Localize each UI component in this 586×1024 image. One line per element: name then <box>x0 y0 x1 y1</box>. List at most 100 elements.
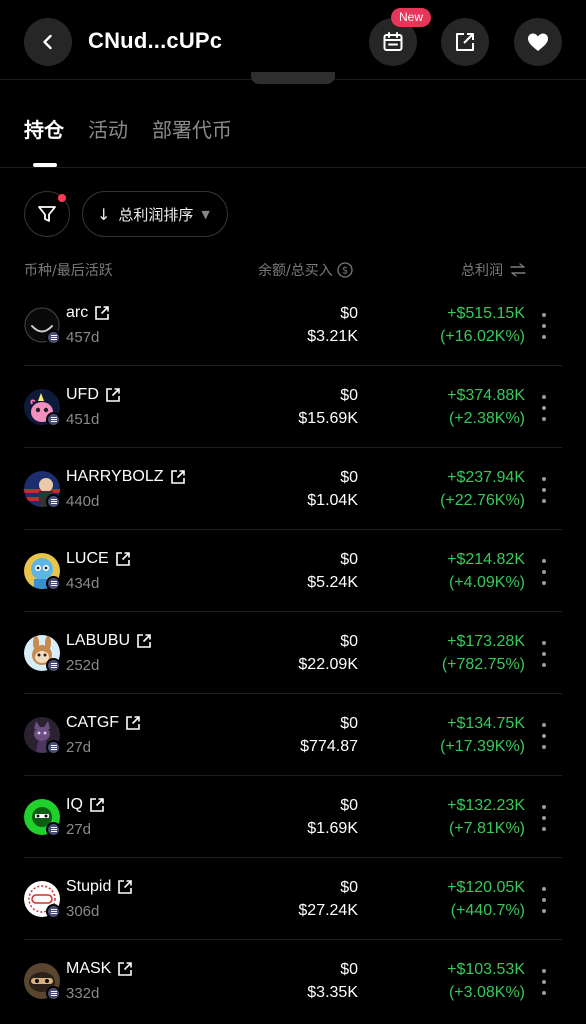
external-link-icon[interactable] <box>115 551 131 567</box>
more-options-icon[interactable] <box>536 559 552 585</box>
total-profit: +$103.53K <box>447 961 525 978</box>
favorite-button[interactable] <box>514 18 562 66</box>
more-options-icon[interactable] <box>536 887 552 913</box>
more-options-icon[interactable] <box>536 969 552 995</box>
sort-label: 总利润排序 <box>118 205 194 224</box>
tab-deployed-tokens[interactable]: 部署代币 <box>152 114 232 143</box>
holding-row[interactable]: LUCE 434d $0 $5.24K +$214.82K (+4.09K%) <box>0 530 586 612</box>
token-symbol-text: arc <box>66 304 89 321</box>
profit-percent: (+440.7%) <box>450 902 525 919</box>
balance: $0 <box>340 305 358 322</box>
total-profit: +$120.05K <box>447 879 525 896</box>
svg-text:$: $ <box>342 266 348 277</box>
profit-percent: (+16.02K%) <box>440 328 525 345</box>
external-link-icon[interactable] <box>105 387 121 403</box>
external-link-icon[interactable] <box>125 715 141 731</box>
balance: $0 <box>340 633 358 650</box>
holding-row[interactable]: LABUBU 252d $0 $22.09K +$173.28K (+782.7… <box>0 612 586 694</box>
external-link-icon[interactable] <box>117 879 133 895</box>
more-options-icon[interactable] <box>536 641 552 667</box>
external-link-icon[interactable] <box>94 305 110 321</box>
new-badge: New <box>391 8 432 27</box>
drag-handle[interactable] <box>251 72 335 84</box>
more-options-icon[interactable] <box>536 723 552 749</box>
last-active: 27d <box>66 739 92 756</box>
total-bought: $1.04K <box>307 492 358 509</box>
external-link-icon[interactable] <box>117 961 133 977</box>
profit-percent: (+17.39K%) <box>440 738 525 755</box>
total-profit: +$374.88K <box>447 387 525 404</box>
total-bought: $15.69K <box>298 410 358 427</box>
holding-row[interactable]: UFD 451d $0 $15.69K +$374.88K (+2.38K%) <box>0 366 586 448</box>
holding-row[interactable]: IQ 27d $0 $1.69K +$132.23K (+7.81K%) <box>0 776 586 858</box>
more-options-icon[interactable] <box>536 477 552 503</box>
balance: $0 <box>340 797 358 814</box>
holding-row[interactable]: HARRYBOLZ 440d $0 $1.04K +$237.94K (+22.… <box>0 448 586 530</box>
sort-dropdown[interactable]: ↓ 总利润排序 ▼ <box>82 191 228 237</box>
token-symbol[interactable]: MASK <box>66 960 133 978</box>
holding-row[interactable]: Stupid 306d $0 $27.24K +$120.05K (+440.7… <box>0 858 586 940</box>
token-symbol-text: LABUBU <box>66 632 131 649</box>
back-button[interactable] <box>24 18 72 66</box>
chain-badge-icon <box>46 822 61 837</box>
token-symbol-text: LUCE <box>66 550 109 567</box>
column-header-pnl-label: 总利润 <box>461 263 503 279</box>
total-profit: +$173.28K <box>447 633 525 650</box>
token-symbol[interactable]: HARRYBOLZ <box>66 468 186 486</box>
external-link-icon[interactable] <box>136 633 152 649</box>
more-options-icon[interactable] <box>536 313 552 339</box>
profit-percent: (+3.08K%) <box>448 984 525 1001</box>
token-symbol[interactable]: UFD <box>66 386 121 404</box>
last-active: 434d <box>66 575 100 592</box>
more-options-icon[interactable] <box>536 395 552 421</box>
token-symbol[interactable]: Stupid <box>66 878 133 896</box>
holding-row[interactable]: arc 457d $0 $3.21K +$515.15K (+16.02K%) <box>0 284 586 366</box>
holding-row[interactable]: MASK 332d $0 $3.35K +$103.53K (+3.08K%) <box>0 940 586 1022</box>
profit-percent: (+7.81K%) <box>448 820 525 837</box>
filter-icon <box>38 206 56 222</box>
token-symbol[interactable]: LABUBU <box>66 632 152 650</box>
arrow-down-icon: ↓ <box>97 204 111 224</box>
token-symbol[interactable]: arc <box>66 304 110 322</box>
total-bought: $22.09K <box>298 656 358 673</box>
tab-holdings[interactable]: 持仓 <box>24 114 64 143</box>
external-link-icon[interactable] <box>89 797 105 813</box>
last-active: 252d <box>66 657 100 674</box>
more-options-icon[interactable] <box>536 805 552 831</box>
top-bar: CNud...cUPc New <box>0 0 586 80</box>
profit-percent: (+2.38K%) <box>448 410 525 427</box>
profit-percent: (+782.75%) <box>441 656 525 673</box>
share-button[interactable] <box>441 18 489 66</box>
tab-activity[interactable]: 活动 <box>88 114 128 143</box>
chain-badge-icon <box>46 576 61 591</box>
total-profit: +$134.75K <box>447 715 525 732</box>
total-bought: $3.35K <box>307 984 358 1001</box>
profit-percent: (+4.09K%) <box>448 574 525 591</box>
chain-badge-icon <box>46 658 61 673</box>
holding-row[interactable]: CATGF 27d $0 $774.87 +$134.75K (+17.39K%… <box>0 694 586 776</box>
heart-icon <box>528 33 548 51</box>
token-symbol[interactable]: IQ <box>66 796 105 814</box>
tab-bar: 持仓 活动 部署代币 <box>0 96 586 168</box>
last-active: 332d <box>66 985 100 1002</box>
chain-badge-icon <box>46 986 61 1001</box>
total-bought: $27.24K <box>298 902 358 919</box>
chain-badge-icon <box>46 740 61 755</box>
total-bought: $3.21K <box>307 328 358 345</box>
currency-toggle-icon[interactable]: $ <box>337 262 353 278</box>
column-header-balance: 余额/总买入 $ <box>258 260 353 280</box>
token-symbol[interactable]: CATGF <box>66 714 141 732</box>
last-active: 451d <box>66 411 100 428</box>
chain-badge-icon <box>46 330 61 345</box>
external-link-icon[interactable] <box>170 469 186 485</box>
external-link-icon <box>456 33 474 51</box>
column-header-pnl: 总利润 <box>461 260 527 280</box>
chevron-left-icon <box>43 34 52 50</box>
total-bought: $5.24K <box>307 574 358 591</box>
column-header-token: 币种/最后活跃 <box>24 260 113 280</box>
tab-indicator <box>33 163 57 167</box>
token-symbol-text: HARRYBOLZ <box>66 468 164 485</box>
total-profit: +$132.23K <box>447 797 525 814</box>
token-symbol[interactable]: LUCE <box>66 550 131 568</box>
swap-icon[interactable] <box>509 263 527 277</box>
